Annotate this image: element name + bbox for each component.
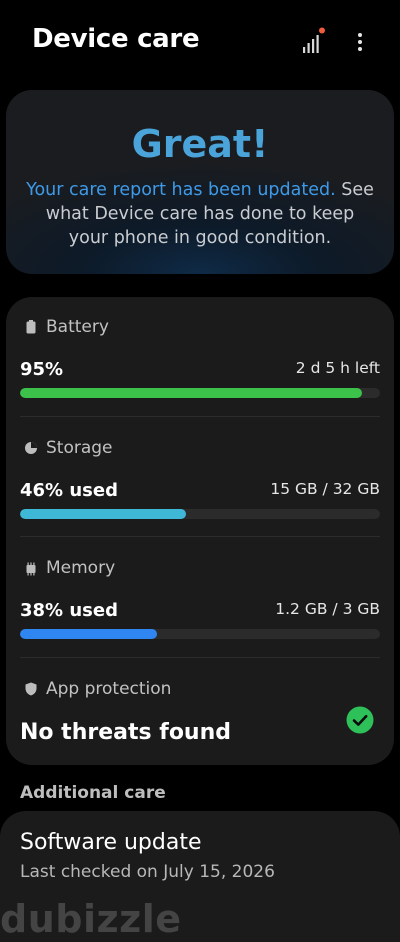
storage-value: 46% used [20, 480, 118, 501]
page-title: Device care [32, 24, 200, 54]
battery-time-left: 2 d 5 h left [295, 359, 380, 377]
software-update-title: Software update [20, 830, 202, 855]
memory-label: Memory [46, 558, 116, 578]
app-protection-label: App protection [46, 679, 172, 699]
memory-value: 38% used [20, 600, 118, 621]
pie-chart-icon [24, 441, 38, 455]
battery-progress-fill [20, 388, 362, 398]
watermark-logo: dubizzle [0, 897, 182, 941]
storage-amount: 15 GB / 32 GB [270, 480, 380, 498]
divider [20, 536, 380, 537]
top-app-bar: Device care [0, 0, 400, 84]
battery-label: Battery [46, 317, 109, 337]
chip-icon [24, 562, 38, 576]
signal-bars-icon[interactable] [296, 26, 328, 58]
more-vertical-icon [358, 33, 362, 51]
hero-message: Your care report has been updated. See w… [24, 178, 376, 250]
additional-care-heading: Additional care [20, 783, 166, 803]
divider [20, 657, 380, 658]
care-report-link[interactable]: Your care report has been updated. [26, 180, 336, 200]
software-update-subtitle: Last checked on July 15, 2026 [20, 862, 275, 882]
battery-progress-bar [20, 388, 380, 398]
battery-icon [24, 320, 38, 334]
memory-progress-fill [20, 629, 157, 639]
memory-progress-bar [20, 629, 380, 639]
protection-status: No threats found [20, 720, 232, 745]
divider [20, 416, 380, 417]
battery-value: 95% [20, 359, 64, 380]
care-report-card[interactable]: Great! Your care report has been updated… [6, 90, 394, 274]
storage-label: Storage [46, 438, 113, 458]
more-options-button[interactable] [348, 26, 372, 58]
storage-progress-bar [20, 509, 380, 519]
device-status-card: Battery 95% 2 d 5 h left Storage 46% use… [6, 297, 394, 765]
storage-progress-fill [20, 509, 186, 519]
check-circle-icon [346, 706, 374, 734]
memory-amount: 1.2 GB / 3 GB [275, 600, 380, 618]
hero-title: Great! [131, 122, 269, 166]
shield-icon [24, 682, 38, 696]
